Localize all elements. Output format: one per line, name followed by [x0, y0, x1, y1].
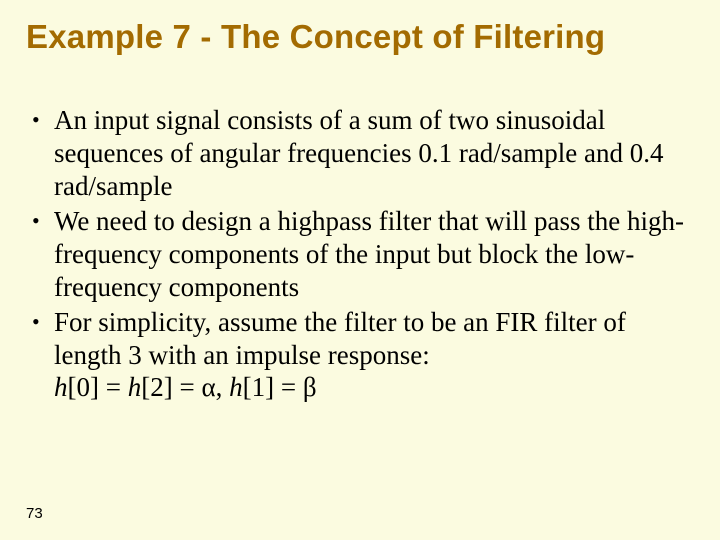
- comma: ,: [216, 372, 230, 402]
- bullet-text: An input signal consists of a sum of two…: [54, 104, 684, 203]
- var-h: h: [54, 372, 68, 402]
- bullet-item: • For simplicity, assume the filter to b…: [30, 306, 684, 405]
- beta-symbol: β: [303, 372, 317, 402]
- var-h: h: [128, 372, 142, 402]
- index-2: [2]: [141, 372, 172, 402]
- bullet-dot-icon: •: [30, 205, 54, 237]
- eq-text: =: [173, 372, 202, 402]
- bullet-dot-icon: •: [30, 104, 54, 136]
- slide-title: Example 7 - The Concept of Filtering: [26, 18, 694, 56]
- page-number: 73: [26, 505, 43, 522]
- bullet-text: For simplicity, assume the filter to be …: [54, 306, 684, 405]
- impulse-response-line: h[0] = h[2] = α, h[1] = β: [54, 371, 684, 404]
- bullet-dot-icon: •: [30, 306, 54, 338]
- bullet-item: • We need to design a highpass filter th…: [30, 205, 684, 304]
- var-h: h: [229, 372, 243, 402]
- bullet-text: We need to design a highpass filter that…: [54, 205, 684, 304]
- index-0: [0]: [68, 372, 99, 402]
- slide-container: Example 7 - The Concept of Filtering • A…: [0, 0, 720, 540]
- bullet-intro: For simplicity, assume the filter to be …: [54, 307, 626, 370]
- index-1: [1]: [243, 372, 274, 402]
- alpha-symbol: α: [201, 372, 215, 402]
- eq-text: =: [274, 372, 303, 402]
- bullet-list: • An input signal consists of a sum of t…: [26, 104, 694, 404]
- eq-text: =: [99, 372, 128, 402]
- bullet-item: • An input signal consists of a sum of t…: [30, 104, 684, 203]
